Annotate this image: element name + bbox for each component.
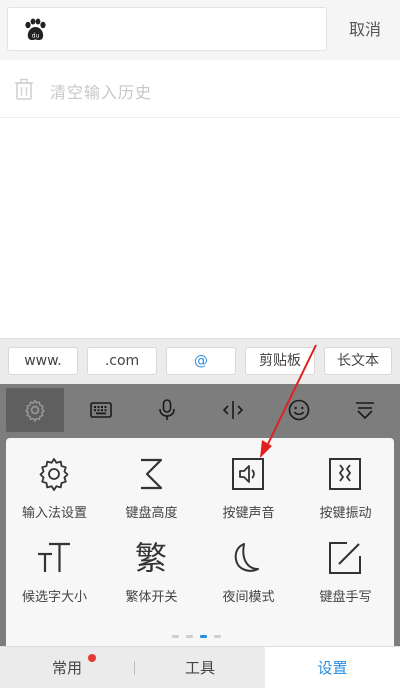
setting-label: 夜间模式 (222, 590, 275, 605)
svg-text:du: du (32, 33, 40, 40)
traditional-char-icon: 繁 (134, 539, 167, 577)
page-dot (186, 635, 193, 638)
tab-settings[interactable]: 设置 (265, 647, 400, 688)
gear-icon (39, 458, 69, 491)
tab-tools[interactable]: 工具 (135, 647, 265, 688)
baidu-paw-icon: du (25, 18, 46, 40)
cancel-button[interactable]: 取消 (338, 16, 392, 44)
search-header: du 取消 (0, 0, 400, 60)
setting-label: 键盘手写 (319, 590, 372, 605)
collapse-icon (356, 402, 374, 420)
tab-tools-label: 工具 (184, 659, 215, 677)
toolbar-voice-button[interactable] (138, 388, 196, 432)
microphone-icon (159, 399, 175, 420)
setting-label: 输入法设置 (21, 506, 87, 521)
chip-at[interactable]: @ (166, 347, 236, 375)
setting-label: 按键振动 (319, 506, 372, 521)
setting-label: 按键声音 (222, 506, 275, 521)
setting-label: 键盘高度 (125, 506, 178, 521)
vibrate-icon (329, 458, 361, 490)
setting-key-vibration[interactable]: 按键振动 (297, 442, 394, 522)
emoji-icon (288, 399, 310, 421)
page-dot (172, 635, 179, 638)
toolbar-keyboard-button[interactable] (72, 388, 130, 432)
chip-dotcom[interactable]: .com (87, 347, 157, 375)
notification-badge (88, 654, 96, 662)
moon-icon (234, 543, 259, 572)
setting-label: 候选字大小 (21, 590, 87, 605)
search-input[interactable]: du (7, 7, 327, 51)
chip-www[interactable]: www. (8, 347, 78, 375)
setting-handwriting[interactable]: 键盘手写 (297, 526, 394, 606)
handwrite-icon (329, 542, 361, 574)
cursor-icon (222, 401, 244, 419)
chip-clipboard[interactable]: 剪贴板 (245, 347, 315, 375)
keyboard-icon (90, 402, 112, 418)
clear-history-label: 清空输入历史 (50, 83, 153, 102)
toolbar-settings-button[interactable] (6, 388, 64, 432)
trash-icon (15, 78, 33, 100)
keyboard-toolbar (0, 384, 400, 438)
bottom-tab-bar: 常用 工具 设置 (0, 646, 400, 688)
setting-input-method[interactable]: 输入法设置 (6, 442, 103, 522)
chip-long-text[interactable]: 长文本 (324, 347, 392, 375)
page-dot (214, 635, 221, 638)
clear-history-row[interactable]: 清空输入历史 (0, 62, 400, 118)
setting-night-mode[interactable]: 夜间模式 (200, 526, 297, 606)
setting-key-sound[interactable]: 按键声音 (200, 442, 297, 522)
setting-candidate-size[interactable]: 候选字大小 (6, 526, 103, 606)
gear-icon (25, 399, 45, 422)
toolbar-cursor-button[interactable] (204, 388, 262, 432)
page-indicator (172, 635, 232, 641)
font-size-icon (38, 542, 70, 572)
setting-keyboard-height[interactable]: 键盘高度 (103, 442, 200, 522)
tab-common-label: 常用 (51, 659, 82, 677)
quick-input-bar: www. .com @ 剪贴板 长文本 (0, 338, 400, 384)
page-dot-active (200, 635, 207, 638)
setting-label: 繁体开关 (125, 590, 178, 605)
toolbar-collapse-button[interactable] (336, 388, 394, 432)
toolbar-emoji-button[interactable] (270, 388, 328, 432)
tab-settings-label: 设置 (317, 659, 348, 677)
height-icon (141, 458, 163, 490)
tab-common[interactable]: 常用 (0, 647, 134, 688)
setting-traditional-chinese[interactable]: 繁 繁体开关 (103, 526, 200, 606)
speaker-icon (232, 458, 264, 490)
